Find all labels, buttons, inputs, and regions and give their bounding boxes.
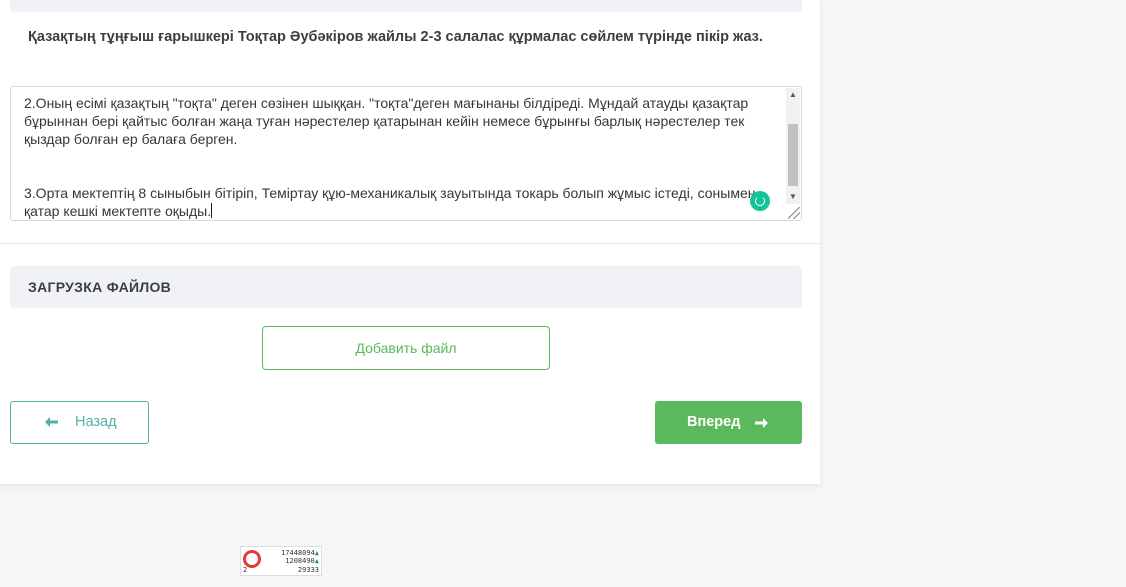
counter-widget[interactable]: 17448094▲ 1208490▲ 2 29333 — [240, 546, 322, 576]
text-caret — [211, 203, 213, 218]
up-triangle-icon: ▲ — [314, 549, 319, 557]
counter-left-number: 2 — [243, 566, 248, 574]
answer-paragraph-2: 2.Оның есімі қазақтың "тоқта" деген сөзі… — [24, 95, 753, 147]
answer-textarea[interactable]: 2.Оның есімі қазақтың "тоқта" деген сөзі… — [10, 86, 802, 221]
scroll-thumb[interactable] — [788, 124, 798, 186]
back-button[interactable]: Назад — [10, 401, 149, 444]
form-card: Қазақтың тұңғыш ғарышкері Тоқтар Әубәкір… — [0, 0, 820, 484]
scroll-down-arrow-icon[interactable]: ▼ — [786, 190, 800, 204]
textarea-scrollbar[interactable]: ▲ ▼ — [786, 88, 800, 204]
previous-section-strip — [10, 0, 802, 12]
counter-line-2: 1208490▲ — [285, 557, 319, 565]
upload-section-header: ЗАГРУЗКА ФАЙЛОВ — [10, 266, 802, 308]
scroll-up-arrow-icon[interactable]: ▲ — [786, 88, 800, 102]
section-divider — [0, 243, 820, 244]
answer-content[interactable]: 2.Оның есімі қазақтың "тоқта" деген сөзі… — [24, 94, 774, 220]
back-button-label: Назад — [75, 414, 117, 430]
answer-paragraph-3: 3.Орта мектептің 8 сыныбын бітіріп, Темі… — [24, 185, 756, 219]
arrow-left-icon — [45, 417, 58, 427]
resize-handle-icon[interactable] — [788, 207, 800, 219]
arrow-right-icon — [755, 418, 768, 428]
grammarly-icon[interactable] — [750, 191, 770, 211]
question-text: Қазақтың тұңғыш ғарышкері Тоқтар Әубәкір… — [28, 29, 763, 45]
counter-line-1: 17448094▲ — [281, 549, 319, 557]
add-file-button[interactable]: Добавить файл — [262, 326, 550, 370]
next-button-label: Вперед — [687, 414, 741, 430]
upload-section-title: ЗАГРУЗКА ФАЙЛОВ — [28, 279, 172, 295]
up-triangle-icon: ▲ — [314, 557, 319, 565]
counter-line-3: 29333 — [297, 566, 319, 574]
next-button[interactable]: Вперед — [655, 401, 802, 444]
